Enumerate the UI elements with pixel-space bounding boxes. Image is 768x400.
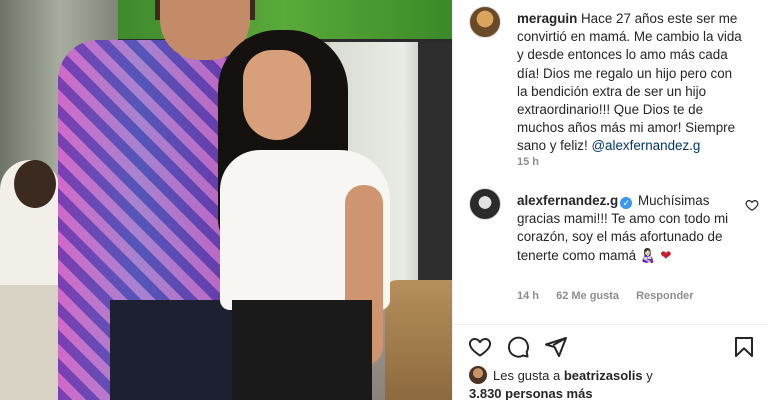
reply-time[interactable]: 14 h: [517, 290, 539, 302]
reply-comment: alexfernandez.g ✓ Muchísimas gracias mami…: [469, 188, 759, 308]
liked-user[interactable]: beatrizasolis: [564, 368, 643, 383]
comment-icon: [507, 336, 529, 358]
man-pants: [110, 300, 235, 400]
like-button[interactable]: [467, 334, 493, 360]
like-comment-icon[interactable]: [745, 198, 759, 212]
like-icon: [468, 337, 492, 357]
actions-divider: [453, 324, 768, 325]
liked-by: Les gusta a beatrizasolis y 3.830 person…: [469, 366, 759, 400]
background-frame: [418, 42, 452, 282]
liked-conj: y: [646, 368, 653, 383]
woman-face: [243, 50, 311, 140]
caption-mention[interactable]: @alexfernandez.g: [591, 138, 700, 153]
verified-badge-icon: ✓: [620, 197, 633, 209]
reply-avatar[interactable]: [469, 188, 501, 220]
reply-meta: 14 h 62 Me gusta Responder: [517, 290, 708, 302]
post-photo[interactable]: [0, 0, 452, 400]
share-button[interactable]: [543, 334, 569, 360]
reply-likes[interactable]: 62 Me gusta: [556, 290, 619, 302]
caption-time[interactable]: 15 h: [517, 156, 539, 168]
reply-author[interactable]: alexfernandez.g: [517, 193, 618, 208]
caption-text: meraguin Hace 27 años este ser me convir…: [517, 10, 745, 156]
author-avatar[interactable]: [469, 6, 501, 38]
liked-prefix: Les gusta a: [493, 368, 561, 383]
heart-emoji: ❤: [660, 247, 672, 263]
comment-button[interactable]: [505, 334, 531, 360]
reply-text: alexfernandez.g ✓ Muchísimas gracias mami…: [517, 192, 745, 265]
liker-avatar[interactable]: [469, 366, 487, 384]
comments-panel: meraguin Hace 27 años este ser me convir…: [452, 0, 768, 400]
caption-body: Hace 27 años este ser me convirtió en ma…: [517, 11, 742, 154]
action-bar: [467, 334, 757, 362]
woman-skirt: [232, 300, 372, 400]
reply-emoji: 👩🏻‍🍼: [639, 247, 657, 263]
reply-button[interactable]: Responder: [636, 290, 693, 302]
caption-comment: meraguin Hace 27 años este ser me convir…: [469, 6, 759, 176]
caption-meta: 15 h: [517, 156, 553, 168]
save-icon: [735, 337, 753, 357]
caption-author[interactable]: meraguin: [517, 11, 577, 26]
background-chair: [385, 280, 452, 400]
save-button[interactable]: [731, 334, 757, 360]
share-icon: [545, 337, 567, 357]
background-person-head: [14, 160, 56, 208]
comments-list[interactable]: meraguin Hace 27 años este ser me convir…: [453, 0, 768, 324]
liked-others[interactable]: 3.830 personas más: [469, 386, 593, 400]
